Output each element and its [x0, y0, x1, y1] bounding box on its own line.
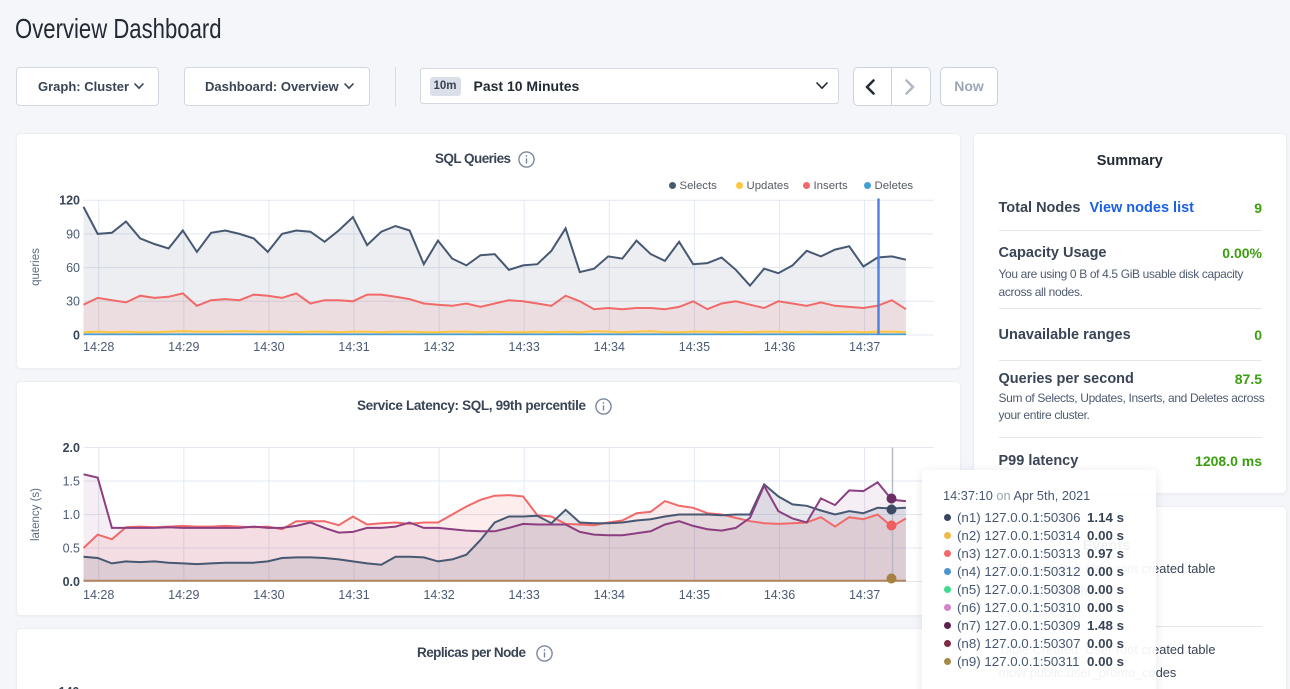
svg-text:14:33: 14:33: [508, 587, 539, 601]
svg-text:60: 60: [66, 261, 80, 275]
svg-text:14:32: 14:32: [423, 587, 454, 601]
svg-text:0.5: 0.5: [62, 541, 79, 555]
svg-text:14:33: 14:33: [508, 340, 539, 354]
svg-text:90: 90: [66, 227, 80, 241]
svg-text:14:29: 14:29: [168, 587, 199, 601]
svg-text:14:28: 14:28: [83, 340, 114, 354]
svg-text:2.0: 2.0: [62, 440, 79, 454]
svg-text:0: 0: [73, 328, 80, 342]
svg-text:14:31: 14:31: [338, 587, 369, 601]
svg-text:14:28: 14:28: [83, 587, 114, 601]
svg-text:0.0: 0.0: [62, 574, 79, 588]
svg-text:14:36: 14:36: [763, 587, 794, 601]
svg-text:14:31: 14:31: [338, 340, 369, 354]
svg-text:14:37: 14:37: [848, 587, 879, 601]
svg-text:14:36: 14:36: [763, 340, 794, 354]
svg-text:120: 120: [59, 194, 80, 208]
svg-text:14:37: 14:37: [848, 340, 879, 354]
svg-text:14:35: 14:35: [678, 340, 709, 354]
svg-text:14:34: 14:34: [593, 340, 624, 354]
svg-text:14:30: 14:30: [253, 587, 284, 601]
svg-text:30: 30: [66, 295, 80, 309]
svg-text:1.0: 1.0: [62, 507, 79, 521]
svg-text:1.5: 1.5: [62, 474, 79, 488]
svg-text:14:35: 14:35: [678, 587, 709, 601]
svg-text:14:32: 14:32: [423, 340, 454, 354]
svg-text:latency (s): latency (s): [30, 487, 42, 540]
svg-text:14:34: 14:34: [593, 587, 624, 601]
svg-text:14:30: 14:30: [253, 340, 284, 354]
svg-text:14:29: 14:29: [168, 340, 199, 354]
svg-text:queries: queries: [30, 248, 42, 286]
